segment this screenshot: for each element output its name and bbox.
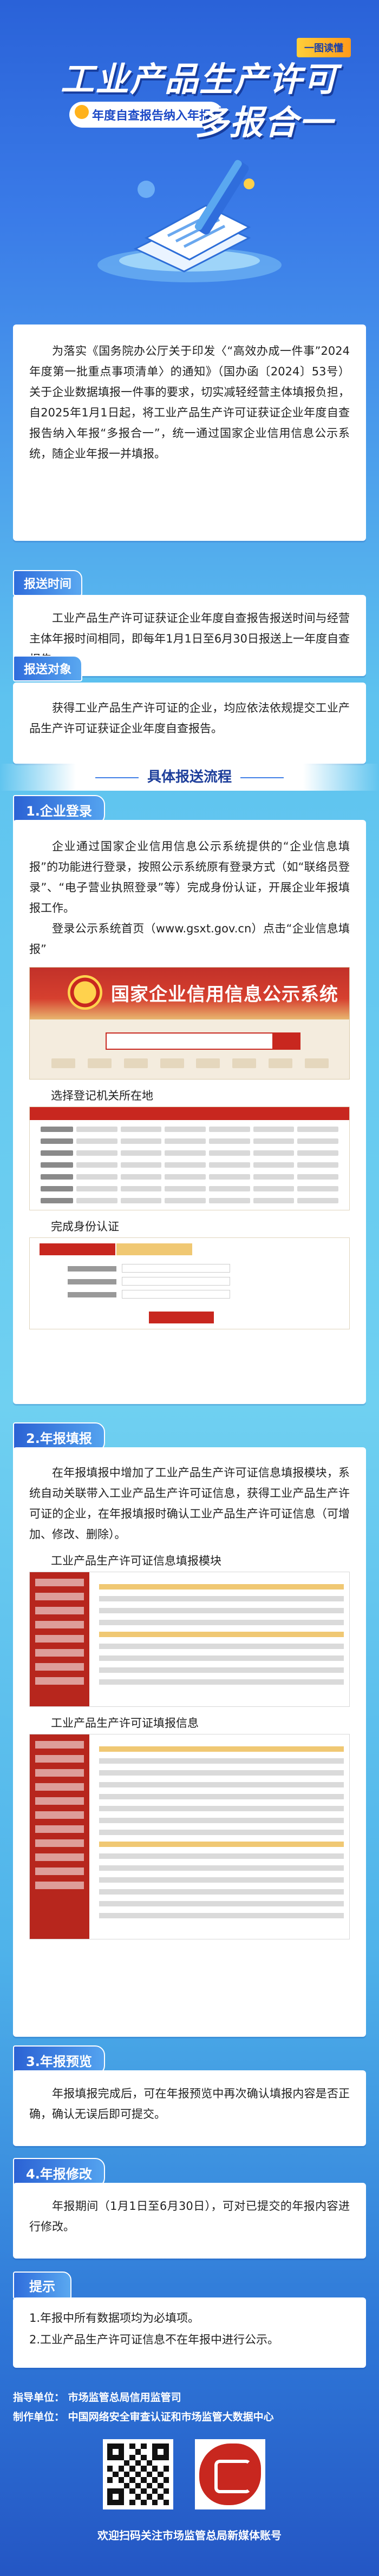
region-select-screenshot bbox=[29, 1107, 350, 1210]
quick-link[interactable] bbox=[269, 1058, 293, 1068]
intro-card: 为落实《国务院办公厅关于印发〈“高效办成一件事”2024年度第一批重点事项清单〉… bbox=[13, 325, 366, 541]
new-media-logo-icon bbox=[195, 2439, 265, 2509]
caption-module: 工业产品生产许可证信息填报模块 bbox=[51, 1554, 221, 1567]
header-subtitle-text: 年度自查报告纳入年报 bbox=[92, 109, 212, 123]
login-card: 企业通过国家企业信用信息公示系统提供的“企业信息填报”的功能进行登录，按照公示系… bbox=[13, 820, 366, 1404]
caption-license-info: 工业产品生产许可证填报信息 bbox=[51, 1717, 199, 1730]
document-pen-illustration-icon bbox=[97, 160, 282, 282]
quick-link[interactable] bbox=[160, 1058, 184, 1068]
auth-login-button[interactable] bbox=[149, 1312, 214, 1323]
national-emblem-icon bbox=[68, 975, 102, 1010]
caption-identity-auth: 完成身份认证 bbox=[51, 1220, 119, 1233]
section-label-report-object: 报送对象 bbox=[13, 655, 83, 681]
quick-link[interactable] bbox=[87, 1058, 112, 1068]
auth-tab-e-license[interactable] bbox=[116, 1243, 192, 1255]
info-content bbox=[94, 1734, 349, 1930]
region-grid bbox=[30, 1120, 349, 1210]
header-title-line2: 多报合一 bbox=[195, 103, 334, 142]
gsxt-search-input[interactable] bbox=[106, 1032, 273, 1050]
region-select-header bbox=[30, 1107, 349, 1120]
section-label-report-time: 报送时间 bbox=[13, 570, 83, 596]
caption-select-region: 选择登记机关所在地 bbox=[51, 1089, 153, 1102]
login-text-1: 企业通过国家企业信用信息公示系统提供的“企业信息填报”的功能进行登录，按照公示系… bbox=[29, 840, 350, 915]
gsxt-homepage-screenshot: 国家企业信用信息公示系统 bbox=[29, 967, 350, 1080]
preview-text: 年报填报完成后，可在年报预览中再次确认填报内容是否正确，确认无误后即可提交。 bbox=[29, 2087, 350, 2121]
info-sidebar bbox=[30, 1734, 89, 1939]
report-text: 在年报填报中增加了工业产品生产许可证信息填报模块，系统自动关联带入工业产品生产许… bbox=[29, 1466, 350, 1541]
modify-text: 年报期间（1月1日至6月30日），可对已提交的年报内容进行修改。 bbox=[29, 2200, 350, 2233]
quick-link[interactable] bbox=[51, 1058, 75, 1068]
quick-link[interactable] bbox=[196, 1058, 220, 1068]
intro-text: 为落实《国务院办公厅关于印发〈“高效办成一件事”2024年度第一批重点事项清单〉… bbox=[29, 345, 350, 460]
gsxt-quick-links bbox=[51, 1058, 329, 1069]
identity-auth-screenshot bbox=[29, 1237, 350, 1329]
quick-link[interactable] bbox=[232, 1058, 257, 1068]
page: 一图读懂 工业产品生产许可 年度自查报告纳入年报 多报合一 为落实《国务院办公厅… bbox=[0, 0, 379, 2576]
report-card: 在年报填报中增加了工业产品生产许可证信息填报模块，系统自动关联带入工业产品生产许… bbox=[13, 1447, 366, 2037]
process-title: 具体报送流程 bbox=[0, 766, 379, 786]
gsxt-search-button[interactable] bbox=[273, 1032, 300, 1050]
quick-link[interactable] bbox=[304, 1058, 329, 1068]
auth-tab-liaison[interactable] bbox=[40, 1243, 115, 1255]
auth-field[interactable] bbox=[122, 1277, 230, 1286]
gsxt-search-area bbox=[30, 1019, 349, 1079]
module-content bbox=[94, 1572, 349, 1697]
tip-item-2: 2.工业产品生产许可证信息不在年报中进行公示。 bbox=[29, 2333, 279, 2346]
report-object-text: 获得工业产品生产许可证的企业，均应依法依规提交工业产品生产许可证获证企业年度自查… bbox=[29, 701, 350, 735]
tips-label: 提示 bbox=[13, 2272, 71, 2299]
auth-field[interactable] bbox=[122, 1290, 230, 1299]
tips-card: 1.年报中所有数据项均为必填项。 2.工业产品生产许可证信息不在年报中进行公示。 bbox=[13, 2297, 366, 2368]
tip-item-1: 1.年报中所有数据项均为必填项。 bbox=[29, 2312, 200, 2325]
gsxt-banner-title: 国家企业信用信息公示系统 bbox=[111, 984, 338, 1005]
quick-link[interactable] bbox=[123, 1058, 148, 1068]
header: 一图读懂 工业产品生产许可 年度自查报告纳入年报 多报合一 bbox=[0, 0, 379, 303]
license-info-screenshot bbox=[29, 1734, 350, 1939]
header-title-line1: 工业产品生产许可 bbox=[61, 59, 338, 99]
modify-card: 年报期间（1月1日至6月30日），可对已提交的年报内容进行修改。 bbox=[13, 2183, 366, 2259]
footer-note: 欢迎扫码关注市场监管总局新媒体账号 bbox=[97, 2529, 282, 2542]
login-text-2: 登录公示系统首页（www.gsxt.gov.cn）点击“企业信息填报” bbox=[29, 922, 350, 956]
preview-card: 年报填报完成后，可在年报预览中再次确认填报内容是否正确，确认无误后即可提交。 bbox=[13, 2070, 366, 2146]
bullet-icon bbox=[75, 105, 89, 119]
footer-guide-unit: 指导单位： 市场监管总局信用监管司 bbox=[13, 2392, 181, 2403]
auth-field[interactable] bbox=[122, 1264, 230, 1273]
qr-code-icon bbox=[103, 2439, 173, 2509]
license-module-screenshot bbox=[29, 1572, 350, 1707]
gsxt-banner: 国家企业信用信息公示系统 bbox=[30, 968, 349, 1019]
footer-producer-unit: 制作单位： 中国网络安全审查认证和市场监管大数据中心 bbox=[13, 2411, 274, 2423]
module-sidebar bbox=[30, 1572, 89, 1706]
footer: 指导单位： 市场监管总局信用监管司 制作单位： 中国网络安全审查认证和市场监管大… bbox=[0, 2385, 379, 2576]
report-object-card: 获得工业产品生产许可证的企业，均应依法依规提交工业产品生产许可证获证企业年度自查… bbox=[13, 683, 366, 764]
